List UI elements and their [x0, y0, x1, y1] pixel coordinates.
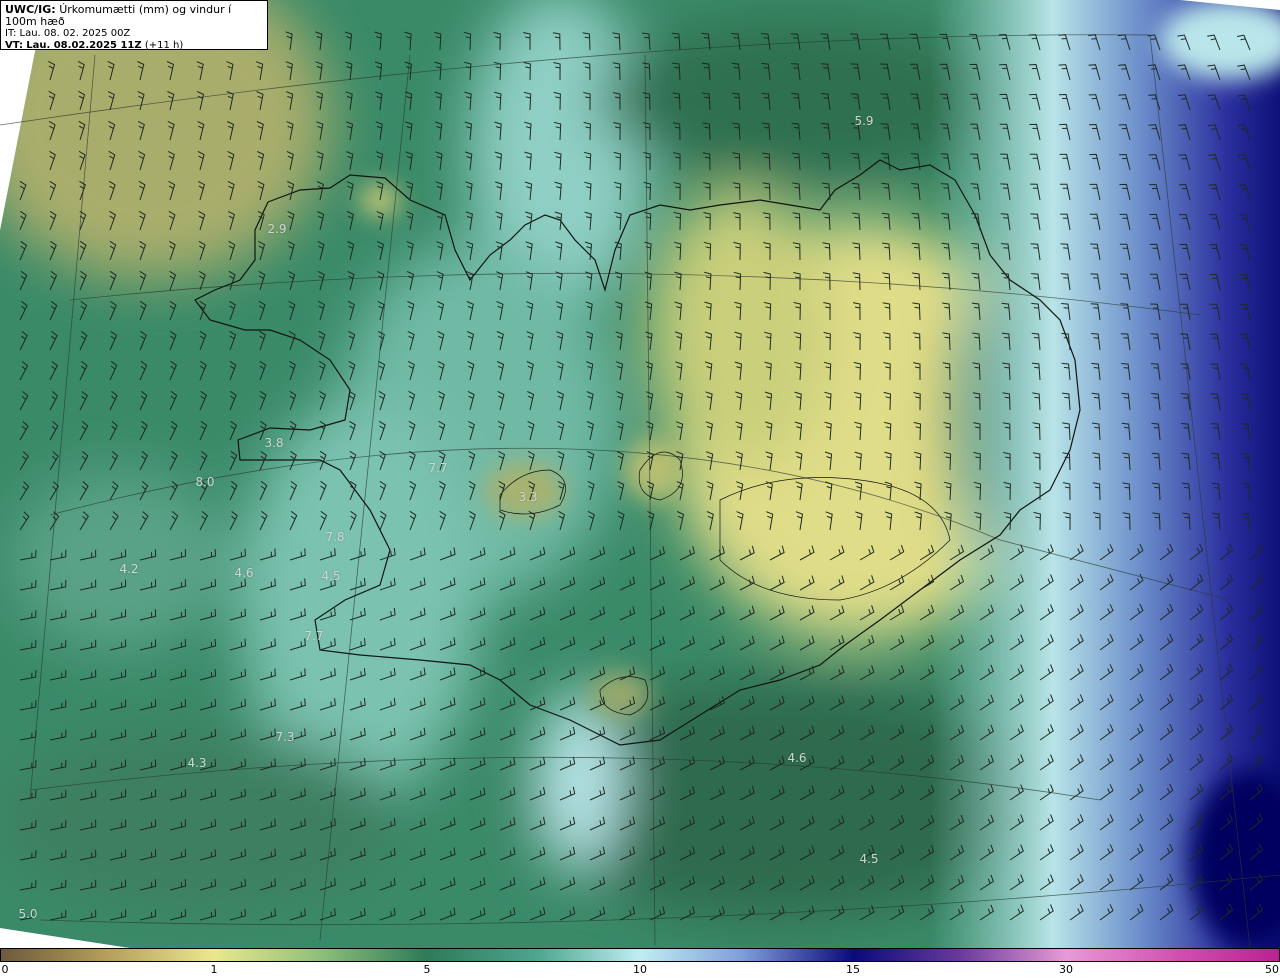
colorbar-tick: 10 — [633, 963, 647, 976]
it-value: Lau. 08. 02. 2025 00Z — [19, 28, 131, 39]
precipitation-colorbar — [0, 948, 1280, 962]
value-label: 7.8 — [325, 530, 345, 544]
value-label: 4.5 — [859, 852, 879, 866]
value-label: 4.2 — [119, 562, 139, 576]
vt-offset: (+11 h) — [144, 40, 184, 51]
value-label: 5.9 — [854, 114, 874, 128]
colorbar-tick: 0 — [1, 963, 9, 976]
it-label: IT: — [5, 28, 17, 39]
precipitation-map — [0, 0, 1280, 948]
value-label: 7.7 — [428, 461, 448, 475]
field-layer — [0, 0, 1280, 948]
colorbar-tick: 1 — [210, 963, 218, 976]
value-label: 2.9 — [267, 222, 287, 236]
value-label: 7.3 — [275, 730, 295, 744]
colorbar-tick: 5 — [423, 963, 431, 976]
value-label: 7.7 — [304, 629, 324, 643]
value-label: 3.8 — [264, 436, 284, 450]
colorbar-tick: 50 — [1265, 963, 1279, 976]
map-info-box: UWC/IG: Úrkomumætti (mm) og vindur í 100… — [0, 0, 268, 51]
value-label: 8.0 — [195, 475, 215, 489]
value-label: 5.0 — [18, 907, 38, 921]
value-label: 4.5 — [321, 569, 341, 583]
value-label: 4.3 — [187, 756, 207, 770]
colorbar-tick: 30 — [1059, 963, 1073, 976]
value-label: 4.6 — [234, 566, 254, 580]
value-label: 3.3 — [518, 490, 538, 504]
colorbar-tick: 15 — [846, 963, 860, 976]
value-label: 4.6 — [787, 751, 807, 765]
vt-value: Lau. 08.02.2025 11Z — [26, 40, 142, 51]
vt-label: VT: — [5, 40, 24, 51]
